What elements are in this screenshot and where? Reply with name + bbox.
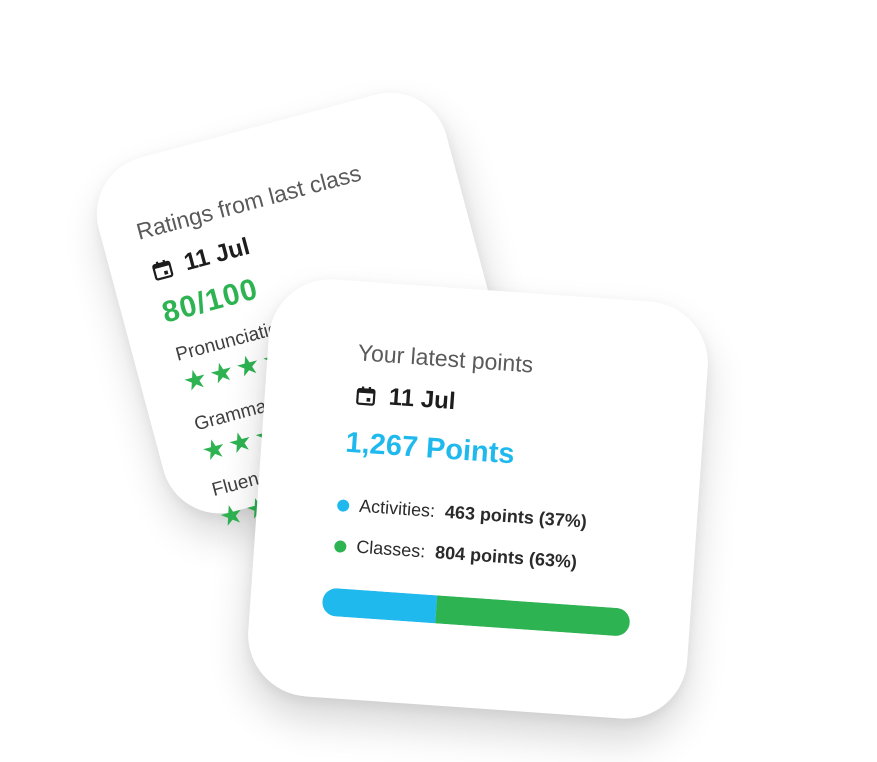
ratings-title: Ratings from last class [133, 159, 364, 245]
legend-activities: Activities: 463 points (37%) [336, 494, 588, 532]
progress-segment-activities [321, 587, 438, 624]
legend-classes: Classes: 804 points (63%) [333, 535, 578, 573]
legend-value: 804 points (63%) [434, 542, 578, 573]
points-date-row: 11 Jul [354, 381, 456, 416]
points-progress-bar [321, 587, 631, 637]
points-total: 1,267 Points [344, 426, 516, 471]
points-card: Your latest points 11 Jul 1,267 Points A… [243, 275, 713, 723]
calendar-icon [152, 259, 174, 281]
legend-label: Classes: [355, 536, 426, 562]
classes-dot-icon [333, 539, 347, 553]
points-title: Your latest points [357, 339, 535, 378]
legend-value: 463 points (37%) [444, 501, 588, 532]
ratings-date: 11 Jul [181, 232, 253, 277]
activities-dot-icon [336, 498, 350, 512]
points-date: 11 Jul [387, 383, 457, 416]
progress-segment-classes [435, 595, 631, 637]
calendar-icon [356, 386, 376, 406]
legend-label: Activities: [358, 495, 436, 522]
